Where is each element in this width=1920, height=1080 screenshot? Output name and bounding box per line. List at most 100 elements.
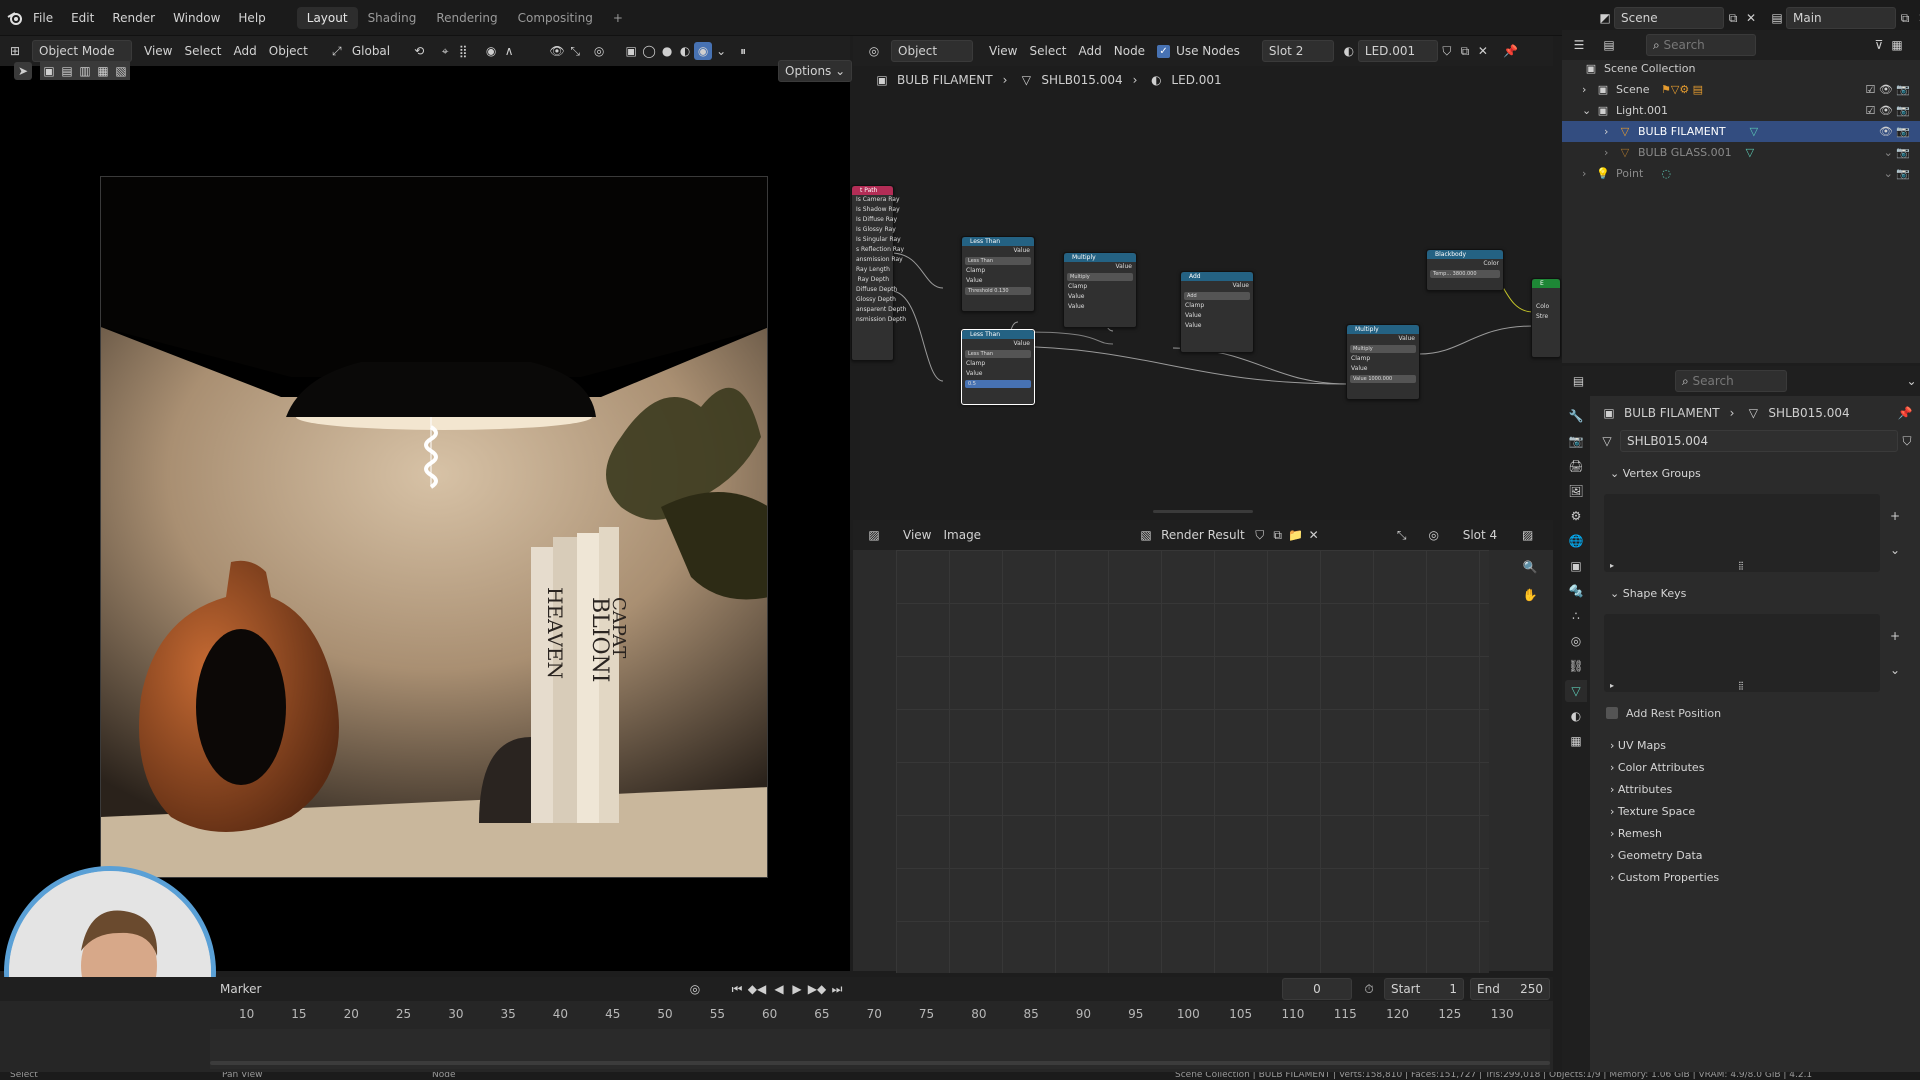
3d-viewport[interactable]: ⊞ Object Mode View Select Add Object ⤢ G… [0, 36, 853, 1078]
light-path-node[interactable]: t Path Is Camera Ray Is Shadow Ray Is Di… [851, 185, 906, 361]
options-dropdown[interactable]: Options ⌄ [778, 60, 853, 82]
display-mode-icon[interactable]: ▤ [1600, 36, 1618, 54]
multiply-node-2[interactable]: Multiply Value Multiply Clamp Value Valu… [1346, 324, 1420, 400]
visibility-toggles-icon[interactable]: ☑ 👁 📷 [1865, 104, 1910, 117]
gizmo-toggle-icon[interactable]: ⤡ [1393, 526, 1411, 544]
snap-icon[interactable]: ⌖ [436, 42, 454, 60]
rendered-shading-icon[interactable]: ◉ [694, 42, 713, 60]
shading-dropdown-icon[interactable]: ⌄ [712, 42, 730, 60]
outliner-row-scene-collection[interactable]: ▣ Scene Collection [1562, 58, 1920, 79]
overlay-toggle-icon[interactable]: ◎ [1425, 526, 1443, 544]
timeline-marker-menu[interactable]: Marker [214, 978, 267, 1000]
constraints-tab-icon[interactable]: ⛓ [1565, 655, 1587, 677]
view-layer-selector[interactable]: Main [1786, 7, 1896, 29]
image-editor[interactable]: ▨ View Image ▧ Render Result ⛉ ⧉ 📁 ✕ ⤡ ◎… [853, 520, 1553, 973]
visibility-toggles-icon[interactable]: ☑ 👁 📷 [1865, 83, 1910, 96]
threshold-field-active[interactable]: 0.5 [965, 380, 1031, 388]
workspace-tab-shading[interactable]: Shading [358, 7, 427, 29]
scene-icon[interactable]: ◩ [1596, 9, 1614, 27]
select-extend-icon[interactable]: ▤ [58, 62, 76, 80]
jump-keyframe-back-icon[interactable]: ◆◀ [748, 980, 766, 998]
workspace-tab-rendering[interactable]: Rendering [426, 7, 507, 29]
xray-icon[interactable]: ▣ [622, 42, 640, 60]
scene-tab-icon[interactable]: ⚙ [1565, 505, 1587, 527]
current-frame-field[interactable]: 0 [1282, 978, 1352, 1000]
add-rest-position-row[interactable]: Add Rest Position [1596, 702, 1916, 724]
blackbody-node[interactable]: Blackbody Color Temp... 3800.000 [1426, 249, 1504, 291]
output-tab-icon[interactable]: 🖨 [1565, 455, 1587, 477]
render-tab-icon[interactable]: 📷 [1565, 430, 1587, 452]
list-expand-icon[interactable]: ▸ [1610, 561, 1614, 570]
properties-search-input[interactable]: ⌕ Search [1674, 370, 1788, 392]
pin-icon[interactable]: 📌 [1896, 404, 1914, 422]
vertex-groups-list[interactable]: ▸ ⣿ [1604, 494, 1880, 572]
pivot-icon[interactable]: ⟲ [410, 42, 428, 60]
pause-render-icon[interactable]: ⏸ [734, 42, 752, 60]
clamp-checkbox[interactable]: Clamp [1181, 301, 1253, 311]
clamp-checkbox[interactable]: Clamp [962, 359, 1034, 369]
remesh-header[interactable]: › Remesh [1596, 822, 1916, 844]
properties-options-icon[interactable]: ⌄ [1903, 372, 1920, 390]
visibility-toggles-icon[interactable]: ⌄ 📷 [1884, 146, 1910, 159]
unlink-image-icon[interactable]: ✕ [1305, 526, 1323, 544]
add-node[interactable]: Add Value Add Clamp Value Value [1180, 271, 1254, 353]
visibility-toggles-icon[interactable]: ⌄ 📷 [1884, 167, 1910, 180]
viewport-menu-object[interactable]: Object [263, 40, 314, 62]
vertex-groups-header[interactable]: ⌄ Vertex Groups [1596, 462, 1916, 484]
particles-tab-icon[interactable]: ∴ [1565, 605, 1587, 627]
jump-start-icon[interactable]: ⏮ [728, 980, 746, 998]
play-icon[interactable]: ▶ [788, 980, 806, 998]
delete-scene-icon[interactable]: ✕ [1742, 9, 1760, 27]
workspace-tab-layout[interactable]: Layout [296, 7, 358, 29]
image-name-field[interactable]: Render Result [1155, 524, 1251, 546]
fake-user-icon[interactable]: ⛉ [1898, 432, 1916, 450]
overlays-icon[interactable]: ◎ [590, 42, 608, 60]
physics-tab-icon[interactable]: ◎ [1565, 630, 1587, 652]
clamp-checkbox[interactable]: Clamp [1064, 282, 1136, 292]
start-frame-field[interactable]: Start 1 [1384, 978, 1464, 1000]
select-new-icon[interactable]: ▣ [40, 62, 58, 80]
value-field[interactable]: Value 1000.000 [1350, 375, 1416, 383]
select-invert-icon[interactable]: ▦ [94, 62, 112, 80]
new-view-layer-icon[interactable]: ⧉ [1896, 9, 1914, 27]
material-tab-icon[interactable]: ◐ [1565, 705, 1587, 727]
operation-dropdown[interactable]: Multiply [1067, 273, 1133, 281]
menu-render[interactable]: Render [103, 11, 164, 25]
menu-edit[interactable]: Edit [62, 11, 103, 25]
new-collection-icon[interactable]: ▦ [1888, 36, 1906, 54]
add-vertex-group-button[interactable]: + [1890, 509, 1900, 523]
less-than-node-1[interactable]: Less Than Value Less Than Clamp Value Th… [961, 236, 1035, 312]
color-attributes-header[interactable]: › Color Attributes [1596, 756, 1916, 778]
add-workspace-button[interactable]: + [603, 7, 633, 29]
timeline[interactable]: Marker ◎ ⏮ ◆◀ ◀ ▶ ▶◆ ⏭ 0 ⏱ Start 1 End 250… [0, 977, 1553, 1072]
mode-selector[interactable]: Object Mode [32, 40, 132, 62]
delete-view-layer-icon[interactable]: ✕ [1914, 9, 1920, 27]
viewport-menu-select[interactable]: Select [178, 40, 227, 62]
node-editor-scrollbar[interactable] [1153, 510, 1253, 513]
shader-node-editor[interactable]: ◎ Object View Select Add Node ✓ Use Node… [851, 36, 1561, 520]
outliner-search-input[interactable]: ⌕ Search [1646, 34, 1756, 56]
tool-tab-icon[interactable]: 🔧 [1565, 405, 1587, 427]
solid-shading-icon[interactable]: ● [658, 42, 676, 60]
clamp-checkbox[interactable]: Clamp [962, 266, 1034, 276]
object-tab-icon[interactable]: ▣ [1565, 555, 1587, 577]
proportional-edit-icon[interactable]: ◉ [482, 42, 500, 60]
material-shading-icon[interactable]: ◐ [676, 42, 694, 60]
properties-type-icon[interactable]: ▤ [1570, 372, 1587, 390]
outliner-row-light[interactable]: ⌄ ▣ Light.001 ☑ 👁 📷 [1562, 100, 1920, 121]
expand-chevron-icon[interactable]: › [1582, 83, 1594, 96]
mesh-data-tab-icon[interactable]: ▽ [1565, 680, 1587, 702]
add-rest-position-checkbox[interactable] [1606, 707, 1618, 719]
mesh-browse-icon[interactable]: ▽ [1598, 432, 1616, 450]
scene-selector[interactable]: Scene [1614, 7, 1724, 29]
operation-dropdown[interactable]: Add [1184, 292, 1250, 300]
world-tab-icon[interactable]: 🌐 [1565, 530, 1587, 552]
image-editor-type-icon[interactable]: ▨ [865, 526, 883, 544]
emission-node[interactable]: E Colo Stre [1531, 278, 1561, 358]
add-shape-key-button[interactable]: + [1890, 629, 1900, 643]
tweak-tool-icon[interactable]: ➤ [14, 62, 32, 80]
expand-chevron-icon[interactable]: › [1604, 125, 1616, 138]
threshold-field[interactable]: Threshold 0.130 [965, 287, 1031, 295]
blender-logo-icon[interactable] [6, 9, 24, 27]
collapse-chevron-icon[interactable]: ⌄ [1582, 104, 1594, 117]
